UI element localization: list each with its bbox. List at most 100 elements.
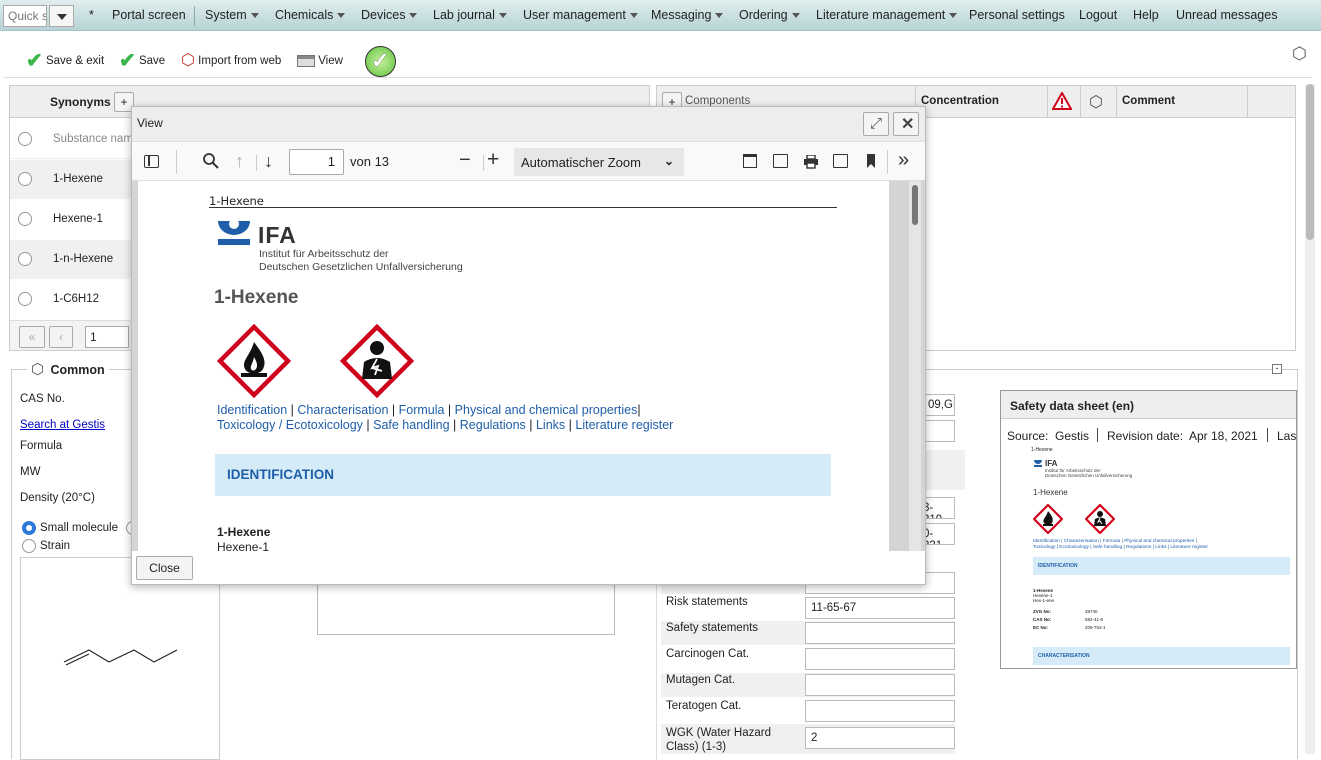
page-input[interactable]: 1 (85, 326, 129, 348)
menu-chemicals[interactable]: Chemicals (275, 0, 346, 31)
concentration-header: Concentration (921, 95, 999, 107)
search-icon[interactable] (202, 152, 220, 173)
chevron-down-icon (57, 14, 67, 20)
pdf-scrollbar[interactable] (909, 181, 921, 551)
link-safe-handling[interactable]: Safe handling (373, 418, 449, 432)
carcinogen-input[interactable] (805, 648, 955, 670)
link-regulations[interactable]: Regulations (460, 418, 526, 432)
strain-radio[interactable] (22, 539, 36, 553)
thumb-ifa: IFA (1045, 459, 1058, 468)
sidebar-toggle-icon[interactable] (144, 155, 159, 168)
sds-last-label: Las (1277, 429, 1297, 443)
structure-icon[interactable]: ⬡ (1292, 44, 1307, 64)
hexagon-icon: ⬡ (181, 51, 195, 69)
menu-portal-screen[interactable]: Portal screen (112, 0, 186, 31)
teratogen-input[interactable] (805, 700, 955, 722)
quick-search-input[interactable]: Quick s (3, 5, 47, 27)
pdf-scrollbar-thumb[interactable] (912, 185, 918, 225)
small-molecule-radio[interactable] (22, 521, 36, 535)
structure-canvas[interactable] (20, 557, 220, 760)
health-hazard-pictogram-icon (339, 323, 415, 399)
mutagen-input[interactable] (805, 674, 955, 696)
menu-personal-settings[interactable]: Personal settings (969, 0, 1065, 31)
synonym-placeholder[interactable]: Substance nam (53, 133, 133, 145)
synonym-radio[interactable] (18, 172, 32, 186)
close-icon: ✕ (901, 116, 915, 133)
dialog-titlebar[interactable]: View ⤢ ✕ (132, 107, 925, 142)
menu-lab-journal[interactable]: Lab journal (433, 0, 507, 31)
caret-down-icon (949, 13, 958, 19)
section-links-line-1: Identification | Characterisation | Form… (217, 403, 641, 417)
page-scrollbar[interactable] (1305, 84, 1315, 754)
sds-thumbnail[interactable]: 1-Hexene IFA Institut für Arbeitsschutz … (1025, 447, 1296, 667)
gestis-search-link[interactable]: Search at Gestis (20, 419, 105, 431)
synonym-radio[interactable] (18, 252, 32, 266)
menu-favorites[interactable]: * (89, 0, 94, 31)
hexagon-icon: ⬡ (1089, 94, 1103, 111)
menu-system[interactable]: System (205, 0, 259, 31)
menu-devices[interactable]: Devices (361, 0, 418, 31)
description-textarea[interactable] (317, 578, 615, 635)
view-button[interactable]: View (297, 46, 343, 76)
zoom-in-icon[interactable]: + (487, 148, 499, 172)
pdf-separator (256, 155, 257, 171)
menu-literature-management[interactable]: Literature management (816, 0, 958, 31)
save-exit-button[interactable]: ✔ Save & exit (26, 46, 104, 76)
link-identification[interactable]: Identification (217, 403, 287, 417)
menu-unread-messages[interactable]: Unread messages (1176, 0, 1277, 31)
zoom-out-icon[interactable]: − (459, 149, 471, 172)
risk-statements-value: 11-65-67 (811, 602, 857, 614)
link-toxicology[interactable]: Toxicology / Ecotoxicology (217, 418, 363, 432)
arrow-up-icon[interactable]: ↑ (235, 151, 244, 172)
mw-label: MW (20, 466, 41, 478)
link-formula[interactable]: Formula (399, 403, 445, 417)
density-label: Density (20°C) (20, 492, 95, 504)
import-from-web-button[interactable]: ⬡ Import from web (181, 46, 281, 76)
dialog-close-button[interactable]: Close (136, 556, 193, 580)
presentation-mode-icon[interactable] (743, 154, 757, 168)
confirm-button[interactable]: ✓ (365, 46, 396, 77)
ident-name-bold: 1-Hexene (217, 525, 271, 539)
caret-down-icon (715, 13, 724, 19)
arrow-down-icon[interactable]: ↓ (264, 151, 273, 172)
link-characterisation[interactable]: Characterisation (297, 403, 388, 417)
menu-user-management[interactable]: User management (523, 0, 638, 31)
menu-logout[interactable]: Logout (1079, 0, 1117, 31)
caret-down-icon (337, 13, 346, 19)
tools-menu-icon[interactable]: » (898, 149, 909, 172)
pdf-viewport[interactable]: 1-Hexene IFA Institut für Arbeitsschutz … (132, 181, 925, 551)
print-icon[interactable] (803, 154, 819, 172)
page-scrollbar-thumb[interactable] (1306, 84, 1314, 240)
save-button[interactable]: ✔ Save (119, 46, 165, 76)
synonym-radio[interactable] (18, 212, 32, 226)
thumb-ident-label: IDENTIFICATION (1038, 563, 1078, 569)
risk-statements-input[interactable]: 11-65-67 (805, 597, 955, 619)
sds-title: Safety data sheet (en) (1010, 399, 1135, 413)
zoom-select[interactable]: Automatischer Zoom ⌄ (514, 148, 684, 176)
sds-source-value: Gestis (1055, 429, 1090, 443)
link-physical-chemical[interactable]: Physical and chemical properties (455, 403, 638, 417)
link-literature-register[interactable]: Literature register (575, 418, 673, 432)
wgk-input[interactable]: 2 (805, 727, 955, 749)
link-links[interactable]: Links (536, 418, 565, 432)
collapse-icon[interactable]: - (1272, 364, 1282, 374)
close-x-button[interactable]: ✕ (893, 112, 919, 136)
quick-search-dropdown-button[interactable] (49, 5, 74, 27)
menu-messaging[interactable]: Messaging (651, 0, 724, 31)
thumb-org-2: Deutschen Gesetzlichen Unfallversicherun… (1045, 473, 1133, 478)
bookmark-icon[interactable] (866, 154, 876, 172)
download-icon[interactable] (833, 154, 848, 168)
open-file-icon[interactable] (773, 154, 788, 168)
page-number-input[interactable]: 1 (289, 149, 344, 175)
prev-page-button[interactable]: ‹ (49, 326, 73, 348)
synonym-radio[interactable] (18, 292, 32, 306)
first-page-button[interactable]: « (19, 326, 45, 348)
menu-ordering[interactable]: Ordering (739, 0, 800, 31)
menu-help[interactable]: Help (1133, 0, 1159, 31)
pdf-page: 1-Hexene IFA Institut für Arbeitsschutz … (138, 181, 889, 551)
pdf-toolbar: ↑ ↓ 1 von 13 − + Automatischer Zoom ⌄ » (132, 143, 925, 181)
maximize-button[interactable]: ⤢ (863, 112, 889, 136)
safety-statements-input[interactable] (805, 622, 955, 644)
synonym-radio[interactable] (18, 132, 32, 146)
safety-field-bg (920, 450, 965, 490)
